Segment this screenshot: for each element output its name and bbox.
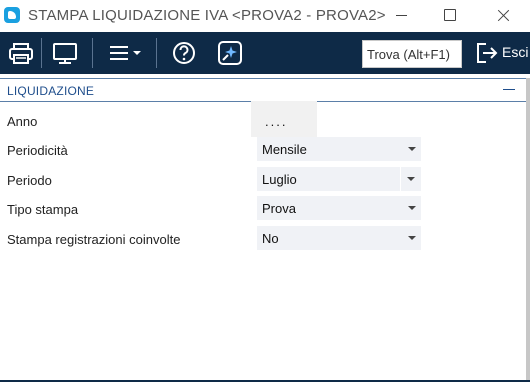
chevron-down-icon: [408, 206, 416, 210]
section-title: LIQUIDAZIONE: [7, 84, 95, 98]
anno-value: ....: [265, 114, 288, 129]
search-input[interactable]: Trova (Alt+F1): [362, 40, 462, 68]
tipo-stampa-value: Prova: [262, 201, 296, 216]
window-title: STAMPA LIQUIDAZIONE IVA <PROVA2 - PROVA2…: [28, 7, 386, 24]
exit-icon: [477, 43, 498, 63]
menu-icon: [110, 46, 141, 60]
help-icon: [173, 42, 195, 64]
exit-button[interactable]: Esci: [472, 36, 530, 70]
magic-icon: [218, 41, 242, 65]
periodo-select[interactable]: Luglio: [257, 167, 400, 191]
chevron-down-icon: [408, 147, 416, 151]
periodo-label: Periodo: [7, 173, 52, 188]
chevron-down-icon: [408, 236, 416, 240]
monitor-icon: [53, 43, 77, 64]
printer-icon: [9, 43, 33, 64]
toolbar-separator: [41, 38, 42, 68]
section-header: LIQUIDAZIONE: [0, 78, 526, 102]
bottom-divider: [0, 380, 530, 382]
anno-label: Anno: [7, 114, 38, 129]
exit-label: Esci: [502, 44, 529, 60]
magic-button[interactable]: [211, 36, 249, 70]
maximize-button[interactable]: [428, 0, 472, 32]
minimize-button[interactable]: [380, 0, 424, 32]
scrollbar[interactable]: [526, 78, 530, 381]
menu-button[interactable]: [104, 36, 148, 70]
help-button[interactable]: [165, 36, 203, 70]
stampa-registrazioni-label: Stampa registrazioni coinvolte: [7, 232, 181, 247]
periodicita-value: Mensile: [262, 142, 307, 157]
stampa-registrazioni-value: No: [262, 231, 279, 246]
print-button[interactable]: [2, 36, 40, 70]
anno-field[interactable]: ....: [251, 101, 317, 137]
tipo-stampa-select[interactable]: Prova: [257, 196, 421, 220]
chevron-down-icon: [407, 177, 415, 181]
stampa-registrazioni-select[interactable]: No: [257, 226, 421, 250]
preview-button[interactable]: [46, 36, 84, 70]
periodo-value: Luglio: [262, 172, 297, 187]
collapse-button[interactable]: [503, 89, 515, 90]
periodo-dropdown-button[interactable]: [401, 167, 421, 191]
periodicita-label: Periodicità: [7, 143, 68, 158]
toolbar-separator: [92, 38, 93, 68]
toolbar-separator: [156, 38, 157, 68]
title-bar: STAMPA LIQUIDAZIONE IVA <PROVA2 - PROVA2…: [0, 0, 530, 32]
tipo-stampa-label: Tipo stampa: [7, 202, 79, 217]
periodicita-select[interactable]: Mensile: [257, 137, 421, 161]
app-logo-icon: [4, 7, 20, 23]
close-button[interactable]: [476, 0, 530, 32]
